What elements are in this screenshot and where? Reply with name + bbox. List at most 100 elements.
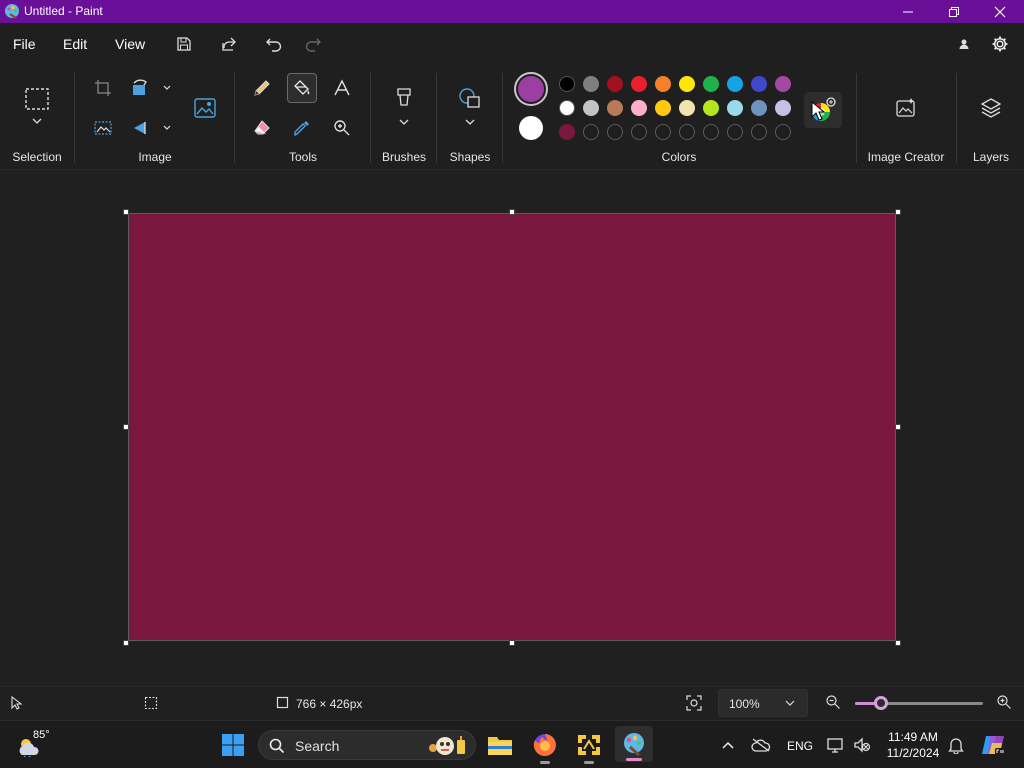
pencil-tool[interactable] bbox=[247, 73, 277, 103]
resize-handle-right[interactable] bbox=[895, 424, 901, 430]
brushes-button[interactable] bbox=[389, 84, 419, 128]
running-indicator bbox=[540, 761, 550, 764]
palette-color-swatch[interactable] bbox=[583, 100, 599, 116]
eraser-tool[interactable] bbox=[247, 113, 277, 143]
palette-color-swatch[interactable] bbox=[775, 100, 791, 116]
text-tool[interactable] bbox=[327, 73, 357, 103]
custom-color-slot[interactable] bbox=[631, 124, 647, 140]
settings-button[interactable] bbox=[987, 31, 1013, 57]
onedrive-tray-button[interactable] bbox=[748, 731, 774, 759]
palette-color-swatch[interactable] bbox=[631, 100, 647, 116]
volume-tray-button[interactable] bbox=[850, 731, 874, 759]
palette-color-swatch[interactable] bbox=[751, 76, 767, 92]
palette-color-swatch[interactable] bbox=[655, 76, 671, 92]
palette-color-swatch[interactable] bbox=[607, 100, 623, 116]
edit-menu[interactable]: Edit bbox=[63, 36, 87, 52]
custom-color-slot[interactable] bbox=[583, 124, 599, 140]
primary-color-button[interactable] bbox=[514, 72, 548, 106]
taskbar-app[interactable] bbox=[575, 731, 603, 764]
palette-color-swatch[interactable] bbox=[559, 76, 575, 92]
fit-screen-icon bbox=[686, 695, 702, 711]
zoom-slider-thumb[interactable] bbox=[873, 696, 888, 710]
account-button[interactable] bbox=[951, 31, 977, 57]
resize-handle-top-right[interactable] bbox=[895, 209, 901, 215]
shapes-button[interactable] bbox=[455, 84, 485, 128]
palette-color-swatch[interactable] bbox=[607, 76, 623, 92]
drawing-canvas[interactable] bbox=[128, 213, 896, 641]
zoom-out-button[interactable] bbox=[825, 694, 843, 712]
palette-color-swatch[interactable] bbox=[559, 100, 575, 116]
undo-button[interactable] bbox=[261, 31, 287, 57]
firefox-icon bbox=[533, 733, 557, 757]
custom-color-slot[interactable] bbox=[703, 124, 719, 140]
custom-color-slot[interactable] bbox=[727, 124, 743, 140]
fill-bucket-tool[interactable] bbox=[287, 73, 317, 103]
share-button[interactable] bbox=[216, 31, 242, 57]
palette-color-swatch[interactable] bbox=[679, 76, 695, 92]
primary-color-swatch bbox=[518, 76, 544, 102]
palette-color-swatch[interactable] bbox=[679, 100, 695, 116]
resize-handle-bottom-left[interactable] bbox=[123, 640, 129, 646]
custom-color-slot[interactable] bbox=[655, 124, 671, 140]
taskbar-firefox[interactable] bbox=[531, 731, 559, 764]
resize-button[interactable] bbox=[128, 73, 174, 103]
image-creator-group-label: Image Creator bbox=[867, 150, 945, 164]
show-hidden-icons-button[interactable] bbox=[716, 731, 740, 759]
zoom-dropdown[interactable]: 100% bbox=[718, 689, 808, 717]
search-highlight-icon bbox=[425, 734, 473, 758]
start-button[interactable] bbox=[219, 731, 247, 759]
close-button[interactable] bbox=[977, 0, 1023, 23]
custom-color-slot[interactable] bbox=[607, 124, 623, 140]
custom-color-slot[interactable] bbox=[679, 124, 695, 140]
taskbar-paint-active[interactable] bbox=[615, 726, 653, 762]
zoom-in-button[interactable] bbox=[996, 694, 1014, 712]
redo-button[interactable] bbox=[300, 31, 326, 57]
selection-size-icon bbox=[144, 696, 158, 710]
minimize-button[interactable] bbox=[885, 0, 931, 23]
resize-handle-left[interactable] bbox=[123, 424, 129, 430]
select-all-button[interactable] bbox=[88, 113, 118, 143]
selection-button[interactable] bbox=[22, 84, 52, 128]
palette-color-swatch[interactable] bbox=[703, 100, 719, 116]
fit-to-window-button[interactable] bbox=[684, 693, 704, 713]
palette-color-swatch[interactable] bbox=[727, 100, 743, 116]
resize-handle-bottom[interactable] bbox=[509, 640, 515, 646]
clock[interactable]: 11:49 AM 11/2/2024 bbox=[880, 729, 946, 761]
taskbar-search[interactable]: Search bbox=[258, 730, 476, 760]
image-properties-button[interactable] bbox=[190, 93, 220, 123]
image-creator-button[interactable] bbox=[891, 93, 921, 123]
notifications-button[interactable] bbox=[944, 731, 968, 759]
save-icon bbox=[176, 36, 192, 52]
copilot-icon bbox=[980, 733, 1006, 757]
rotate-button[interactable] bbox=[128, 113, 174, 143]
restore-button[interactable] bbox=[931, 0, 977, 23]
resize-handle-top-left[interactable] bbox=[123, 209, 129, 215]
palette-color-swatch[interactable] bbox=[631, 76, 647, 92]
ribbon-divider bbox=[74, 73, 75, 163]
palette-color-swatch[interactable] bbox=[583, 76, 599, 92]
weather-widget[interactable]: 85° bbox=[16, 729, 56, 761]
file-menu[interactable]: File bbox=[13, 36, 36, 52]
taskbar-file-explorer[interactable] bbox=[486, 731, 514, 759]
custom-color-slot[interactable] bbox=[751, 124, 767, 140]
palette-color-swatch[interactable] bbox=[751, 100, 767, 116]
resize-handle-bottom-right[interactable] bbox=[895, 640, 901, 646]
zoom-slider[interactable] bbox=[855, 696, 983, 710]
palette-color-swatch[interactable] bbox=[727, 76, 743, 92]
resize-handle-top[interactable] bbox=[509, 209, 515, 215]
language-indicator[interactable]: ENG bbox=[787, 739, 813, 753]
palette-color-swatch[interactable] bbox=[655, 100, 671, 116]
palette-color-swatch[interactable] bbox=[775, 76, 791, 92]
crop-button[interactable] bbox=[88, 73, 118, 103]
secondary-color-button[interactable] bbox=[519, 116, 543, 140]
copilot-button[interactable] bbox=[978, 731, 1008, 759]
display-tray-button[interactable] bbox=[824, 731, 848, 759]
view-menu[interactable]: View bbox=[115, 36, 145, 52]
layers-button[interactable] bbox=[976, 93, 1006, 123]
save-button[interactable] bbox=[171, 31, 197, 57]
palette-color-swatch[interactable] bbox=[559, 124, 575, 140]
color-picker-tool[interactable] bbox=[287, 113, 317, 143]
magnifier-tool[interactable] bbox=[327, 113, 357, 143]
custom-color-slot[interactable] bbox=[775, 124, 791, 140]
palette-color-swatch[interactable] bbox=[703, 76, 719, 92]
